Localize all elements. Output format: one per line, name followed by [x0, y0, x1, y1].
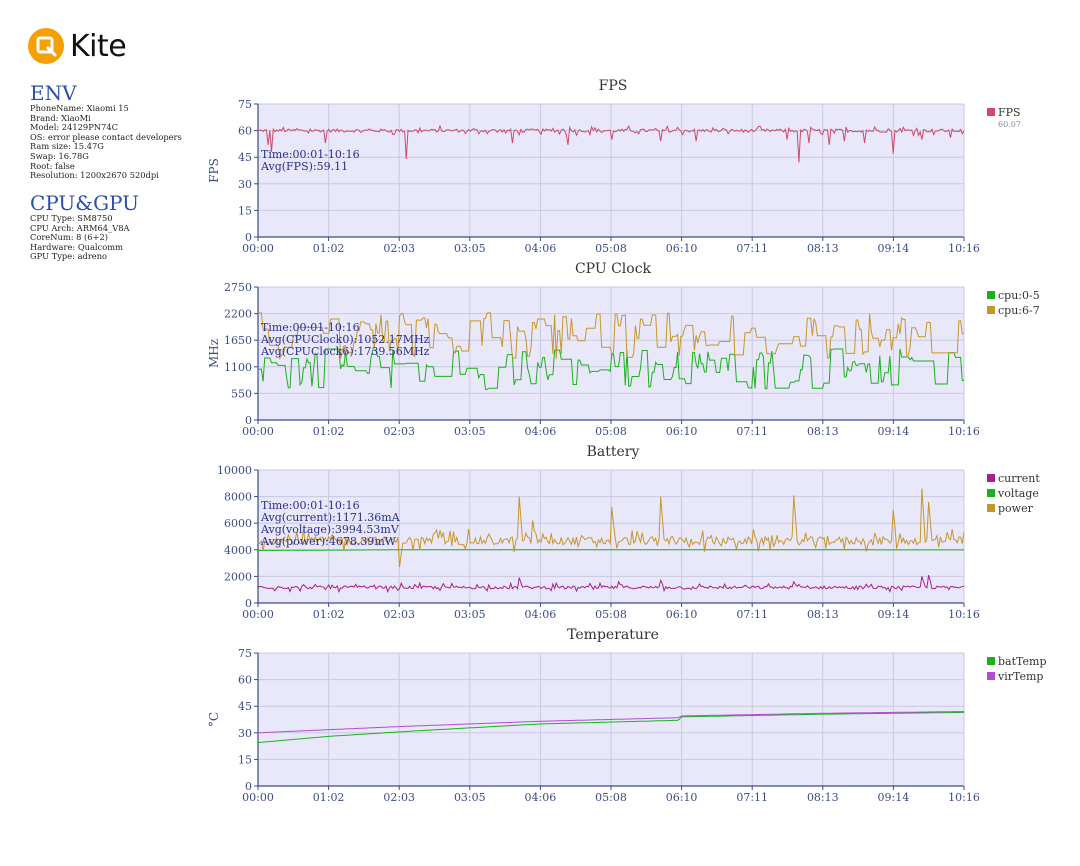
charts-canvas: FPS0153045607500:00 01:02 02:03 03:05 04:06 0…: [207, 78, 1047, 804]
x-tick-label: 07:11: [736, 791, 768, 804]
x-tick-label: 08:13: [807, 242, 839, 255]
y-tick-label: 75: [238, 98, 252, 111]
stats-annotation: Avg(power):4678.39mW: [260, 535, 397, 548]
x-tick-label: 01:02: [313, 608, 345, 621]
legend-label: batTemp: [998, 655, 1047, 668]
x-tick-label: 10:16: [948, 608, 980, 621]
y-tick-label: 550: [231, 387, 252, 400]
x-tick-label: 04:06: [525, 791, 557, 804]
x-tick-label: 09:14: [878, 608, 910, 621]
legend-swatch: [987, 489, 995, 497]
y-tick-label: 45: [238, 151, 252, 164]
x-tick-label: 06:10: [666, 242, 698, 255]
x-tick-label: 06:10: [666, 425, 698, 438]
legend-swatch: [987, 306, 995, 314]
y-tick-label: 8000: [224, 491, 252, 504]
stats-annotation: Avg(FPS):59.11: [260, 160, 348, 173]
chart-title: Temperature: [567, 627, 659, 643]
stats-annotation: Avg(CPUClock6):1739.56MHz: [260, 345, 430, 358]
y-tick-label: 1100: [224, 361, 252, 374]
x-tick-label: 03:05: [454, 791, 486, 804]
x-tick-label: 09:14: [878, 242, 910, 255]
x-tick-label: 02:03: [383, 425, 415, 438]
chart-0: FPS0153045607500:00 01:02 02:03 03:05 04:06 0…: [207, 78, 1021, 255]
y-tick-label: 2750: [224, 281, 252, 294]
x-tick-label: 02:03: [383, 791, 415, 804]
x-tick-label: 00:00: [242, 791, 274, 804]
y-tick-label: 6000: [224, 517, 252, 530]
y-tick-label: 15: [238, 753, 252, 766]
x-tick-label: 05:08: [595, 608, 627, 621]
legend-swatch: [987, 672, 995, 680]
x-tick-label: 08:13: [807, 791, 839, 804]
x-tick-label: 02:03: [383, 242, 415, 255]
x-tick-label: 03:05: [454, 242, 486, 255]
y-axis-label: °C: [207, 712, 221, 727]
x-tick-label: 04:06: [525, 242, 557, 255]
y-tick-label: 30: [238, 178, 252, 191]
chart-2: Battery020004000600080001000000:00 01:02 0…: [217, 444, 1040, 621]
x-tick-label: 04:06: [525, 425, 557, 438]
y-tick-label: 60: [238, 674, 252, 687]
y-tick-label: 30: [238, 727, 252, 740]
x-tick-label: 10:16: [948, 791, 980, 804]
legend-swatch: [987, 504, 995, 512]
chart-title: FPS: [599, 78, 628, 94]
x-tick-label: 01:02: [313, 425, 345, 438]
legend-label: power: [998, 502, 1034, 515]
legend-label: FPS: [998, 106, 1021, 119]
x-tick-label: 05:08: [595, 242, 627, 255]
x-tick-label: 00:00: [242, 425, 274, 438]
y-tick-label: 1650: [224, 334, 252, 347]
x-tick-label: 06:10: [666, 608, 698, 621]
x-tick-label: 00:00: [242, 242, 274, 255]
x-tick-label: 10:16: [948, 242, 980, 255]
y-axis-label: FPS: [207, 158, 221, 183]
x-tick-label: 09:14: [878, 791, 910, 804]
x-tick-label: 00:00: [242, 608, 274, 621]
x-tick-label: 03:05: [454, 608, 486, 621]
x-tick-label: 09:14: [878, 425, 910, 438]
legend-swatch: [987, 657, 995, 665]
chart-title: CPU Clock: [575, 261, 652, 277]
y-tick-label: 10000: [217, 464, 252, 477]
x-tick-label: 07:11: [736, 242, 768, 255]
x-tick-label: 05:08: [595, 425, 627, 438]
x-tick-label: 05:08: [595, 791, 627, 804]
legend-label: current: [998, 472, 1040, 485]
chart-1: CPU Clock0550110016502200275000:00 01:02 0…: [207, 261, 1040, 438]
y-tick-label: 60: [238, 125, 252, 138]
y-tick-label: 4000: [224, 544, 252, 557]
legend-swatch: [987, 108, 995, 116]
y-tick-label: 2200: [224, 308, 252, 321]
x-tick-label: 03:05: [454, 425, 486, 438]
y-tick-label: 15: [238, 204, 252, 217]
x-tick-label: 07:11: [736, 425, 768, 438]
x-tick-label: 08:13: [807, 608, 839, 621]
x-tick-label: 07:11: [736, 608, 768, 621]
legend-sublabel: 60.07: [998, 120, 1021, 129]
x-tick-label: 02:03: [383, 608, 415, 621]
chart-title: Battery: [587, 444, 640, 460]
x-tick-label: 10:16: [948, 425, 980, 438]
x-tick-label: 01:02: [313, 791, 345, 804]
legend-label: cpu:6-7: [998, 304, 1040, 317]
legend-label: cpu:0-5: [998, 289, 1040, 302]
legend-swatch: [987, 291, 995, 299]
legend-swatch: [987, 474, 995, 482]
legend-label: virTemp: [997, 670, 1043, 683]
y-tick-label: 45: [238, 700, 252, 713]
y-tick-label: 2000: [224, 570, 252, 583]
x-tick-label: 01:02: [313, 242, 345, 255]
chart-3: Temperature0153045607500:00 01:02 02:03 03:…: [207, 627, 1047, 804]
x-tick-label: 08:13: [807, 425, 839, 438]
x-tick-label: 06:10: [666, 791, 698, 804]
y-axis-label: MHz: [207, 339, 221, 368]
y-tick-label: 75: [238, 647, 252, 660]
x-tick-label: 04:06: [525, 608, 557, 621]
legend-label: voltage: [997, 487, 1039, 500]
